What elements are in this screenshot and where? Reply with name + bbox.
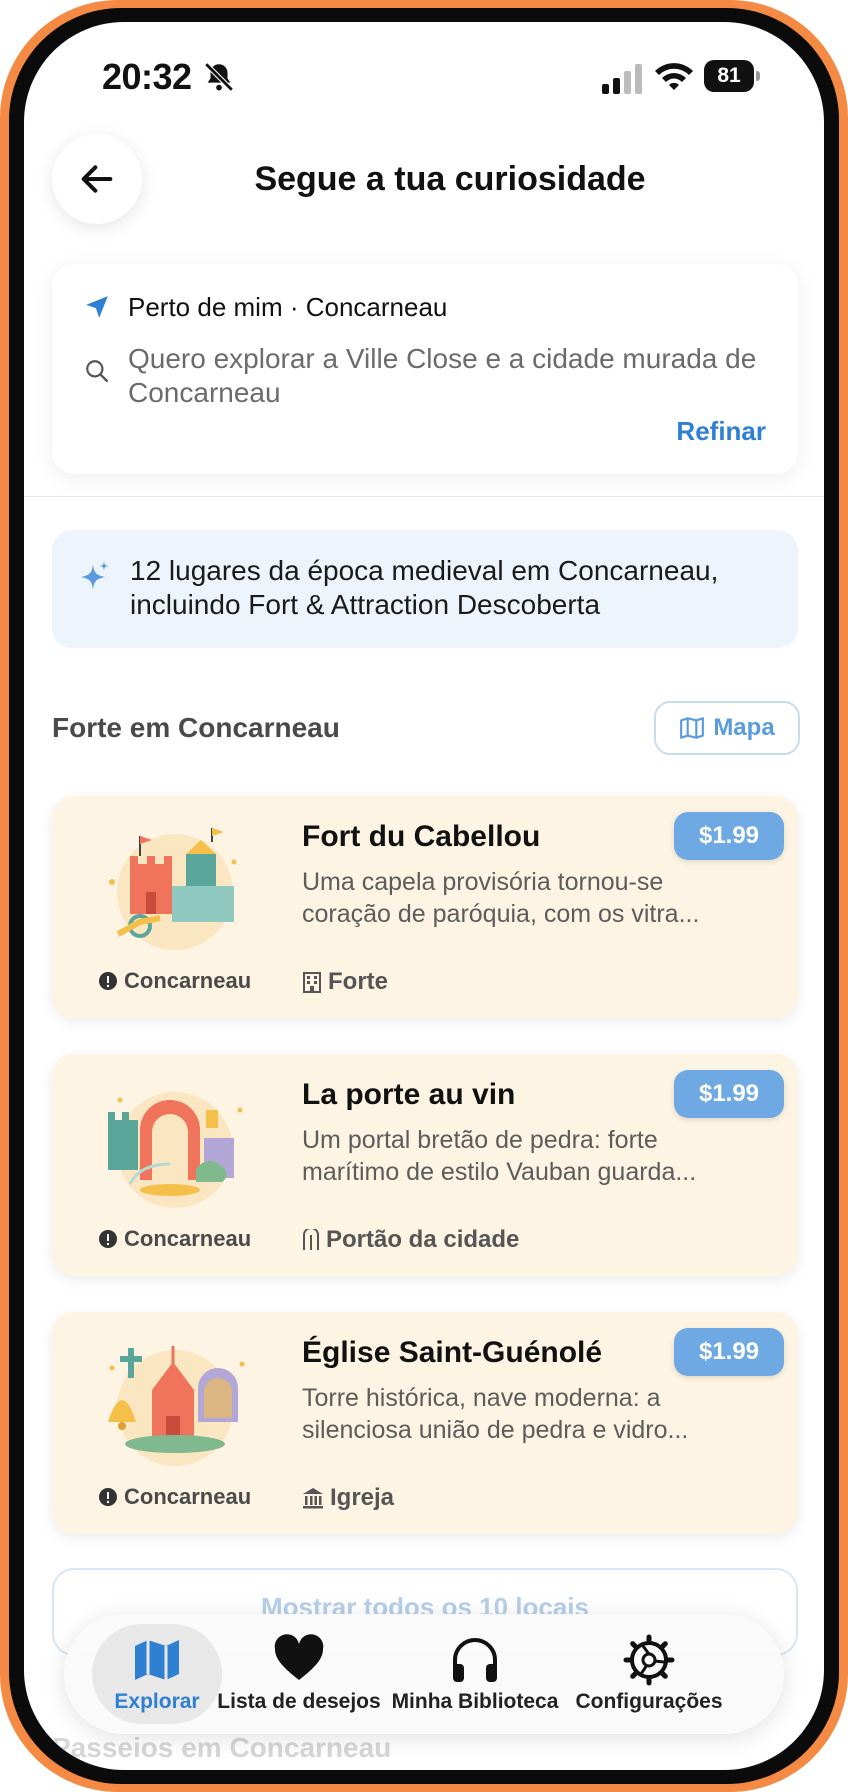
- tab-bar: Explorar Lista de desejos Minha Bibliote…: [64, 1614, 784, 1734]
- place-type: Forte: [302, 968, 388, 996]
- refine-button[interactable]: Refinar: [676, 416, 766, 447]
- screen: 20:32 81 Segue a tua curiosidade Perto d…: [24, 22, 824, 1770]
- location-text: Perto de mim · Concarneau: [128, 292, 448, 322]
- place-type-label: Forte: [328, 968, 388, 995]
- tab-library[interactable]: Minha Biblioteca: [390, 1624, 560, 1724]
- place-city-label: Concarneau: [124, 1226, 252, 1251]
- map-button[interactable]: Mapa: [654, 701, 800, 755]
- info-text: 12 lugares da época medieval em Concarne…: [130, 555, 719, 620]
- info-icon: [99, 1230, 117, 1248]
- heart-icon: [274, 1634, 324, 1680]
- headphones-icon: [453, 1638, 497, 1682]
- place-city: Concarneau: [98, 968, 251, 994]
- bell-muted-icon: [204, 62, 234, 92]
- place-type: Portão da cidade: [302, 1226, 519, 1254]
- page-title: Segue a tua curiosidade: [254, 160, 646, 198]
- place-type: Igreja: [302, 1484, 394, 1512]
- place-city-label: Concarneau: [124, 1484, 252, 1509]
- search-query[interactable]: Quero explorar a Ville Close e a cidade …: [128, 342, 768, 410]
- section-title: Forte em Concarneau: [52, 712, 340, 743]
- battery-tip: [756, 71, 760, 81]
- gear-icon: [623, 1634, 675, 1686]
- search-card[interactable]: Perto de mim · Concarneau Quero explorar…: [52, 264, 798, 474]
- place-title: Église Saint-Guénolé: [302, 1336, 603, 1369]
- place-city: Concarneau: [98, 1226, 251, 1252]
- wifi-icon: [655, 63, 693, 90]
- status-bar: 20:32 81: [24, 22, 824, 132]
- tab-label: Explorar: [114, 1690, 200, 1713]
- status-time: 20:32: [102, 56, 192, 97]
- place-type-label: Igreja: [330, 1484, 395, 1511]
- price-badge[interactable]: $1.99: [674, 1070, 784, 1118]
- fort-illustration: [109, 828, 237, 950]
- next-section-title: Passeios em Concarneau: [52, 1732, 392, 1763]
- place-description: Um portal bretão de pedra: forte marítim…: [302, 1126, 697, 1186]
- gate-illustration: [108, 1092, 243, 1208]
- sparkle-icon: [81, 561, 109, 590]
- tab-explore[interactable]: Explorar: [92, 1624, 222, 1724]
- price-badge[interactable]: $1.99: [674, 812, 784, 860]
- tab-settings[interactable]: Configurações: [564, 1624, 734, 1724]
- place-card[interactable]: La porte au vin $1.99 Um portal bretão d…: [52, 1054, 798, 1276]
- place-title: Fort du Cabellou: [302, 820, 541, 853]
- place-card[interactable]: Église Saint-Guénolé $1.99 Torre históri…: [52, 1312, 798, 1534]
- location-arrow-icon: [86, 296, 108, 318]
- place-title: La porte au vin: [302, 1078, 516, 1111]
- place-city-label: Concarneau: [124, 968, 252, 993]
- tab-label: Lista de desejos: [217, 1690, 381, 1713]
- tab-label: Configurações: [575, 1690, 723, 1713]
- info-icon: [99, 972, 117, 990]
- tab-wishlist[interactable]: Lista de desejos: [214, 1624, 384, 1724]
- battery-indicator: 81: [704, 60, 760, 92]
- building-icon: [303, 972, 321, 993]
- info-banner: 12 lugares da época medieval em Concarne…: [52, 530, 798, 648]
- church-icon: [303, 1488, 323, 1509]
- divider: [24, 496, 824, 497]
- place-type-label: Portão da cidade: [326, 1226, 520, 1253]
- place-city: Concarneau: [98, 1484, 251, 1510]
- signal-icon: [602, 64, 642, 94]
- tab-label: Minha Biblioteca: [391, 1690, 559, 1713]
- price-badge[interactable]: $1.99: [674, 1328, 784, 1376]
- gate-icon: [303, 1229, 319, 1250]
- church-illustration: [108, 1346, 245, 1466]
- place-card[interactable]: Fort du Cabellou $1.99 Uma capela provis…: [52, 796, 798, 1018]
- map-icon: [680, 717, 705, 739]
- place-description: Uma capela provisória tornou-se coração …: [302, 868, 700, 928]
- battery-level: 81: [704, 60, 754, 92]
- map-icon: [135, 1640, 179, 1680]
- place-description: Torre histórica, nave moderna: a silenci…: [302, 1384, 689, 1444]
- info-icon: [99, 1488, 117, 1506]
- map-button-label: Mapa: [713, 714, 775, 741]
- search-icon: [86, 360, 108, 382]
